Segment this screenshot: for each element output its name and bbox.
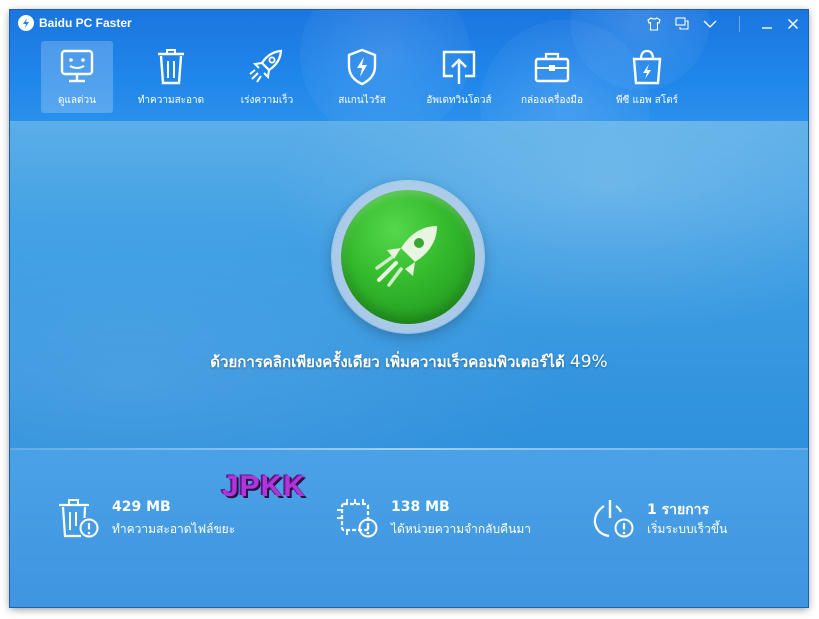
menu-chevron-icon bbox=[703, 20, 717, 28]
stat-memory-label: ได้หน่วยความจำกลับคืนมา bbox=[391, 522, 532, 536]
titlebar[interactable]: Baidu PC Faster bbox=[10, 10, 808, 38]
main-panel: ด้วยการคลิกเพียงครั้งเดียว เพิ่มความเร็ว… bbox=[10, 121, 808, 448]
skin-icon bbox=[647, 17, 661, 31]
close-icon bbox=[787, 18, 799, 30]
nav-item-speedup[interactable]: เร่งความเร็ว bbox=[227, 41, 307, 113]
power-warning-icon bbox=[593, 500, 634, 538]
rocket-icon bbox=[245, 47, 289, 87]
stat-junk-value: 429 MB bbox=[112, 499, 171, 515]
trash-icon bbox=[149, 47, 193, 87]
headline-percent: 49% bbox=[569, 352, 608, 372]
watermark-text: JPKK bbox=[222, 470, 307, 503]
nav-item-quick-care[interactable]: ดูแลด่วน bbox=[41, 41, 113, 113]
toolbox-icon bbox=[530, 47, 574, 87]
store-bag-icon bbox=[625, 47, 669, 87]
stats-panel: 429 MB ทำความสะอาดไฟล์ขยะ 138 MB ได้หน่ว… bbox=[10, 450, 808, 607]
nav-label-speedup: เร่งความเร็ว bbox=[240, 95, 294, 106]
monitor-face-icon bbox=[55, 47, 99, 87]
close-button[interactable] bbox=[782, 14, 804, 34]
headline-text: ด้วยการคลิกเพียงครั้งเดียว เพิ่มความเร็ว… bbox=[210, 353, 565, 371]
stat-startup-value: 1 รายการ bbox=[647, 502, 710, 518]
nav-item-virus-scan[interactable]: สแกนไวรัส bbox=[322, 41, 402, 113]
rocket-button-face bbox=[341, 190, 475, 324]
speedup-headline: ด้วยการคลิกเพียงครั้งเดียว เพิ่มความเร็ว… bbox=[10, 350, 808, 374]
stat-memory[interactable]: 138 MB ได้หน่วยความจำกลับคืนมา bbox=[336, 496, 566, 546]
titlebar-separator bbox=[739, 16, 740, 32]
nav-label-toolbox: กล่องเครื่องมือ bbox=[520, 95, 584, 106]
nav-item-app-store[interactable]: พีซี แอพ สโตร์ bbox=[607, 41, 687, 113]
stat-memory-value: 138 MB bbox=[391, 499, 450, 515]
main-nav: ดูแลด่วน ทำความสะอาด เร่งความเร็ว สแกนไว… bbox=[10, 40, 808, 116]
stat-startup-label: เริ่มระบบเร็วขึ้น bbox=[647, 522, 728, 536]
nav-item-windows-update[interactable]: อัพเดทวินโดวส์ bbox=[414, 41, 504, 113]
nav-label-quick-care: ดูแลด่วน bbox=[57, 95, 96, 106]
nav-item-toolbox[interactable]: กล่องเครื่องมือ bbox=[512, 41, 592, 113]
nav-label-virus-scan: สแกนไวรัส bbox=[338, 95, 386, 106]
nav-label-app-store: พีซี แอพ สโตร์ bbox=[615, 95, 679, 106]
app-window: Baidu PC Faster ดูแลด่วน ทำความสะอาด เร่… bbox=[10, 10, 808, 607]
skin-button[interactable] bbox=[643, 14, 665, 34]
one-click-speedup-button[interactable] bbox=[332, 181, 484, 333]
feedback-button[interactable] bbox=[671, 14, 693, 34]
minimize-button[interactable] bbox=[756, 14, 778, 34]
nav-label-windows-update: อัพเดทวินโดวส์ bbox=[426, 95, 492, 106]
menu-button[interactable] bbox=[699, 14, 721, 34]
feedback-icon bbox=[674, 17, 689, 30]
nav-item-clean[interactable]: ทำความสะอาด bbox=[131, 41, 211, 113]
rocket-icon bbox=[375, 226, 437, 287]
app-logo-icon bbox=[18, 15, 34, 31]
memory-warning-icon bbox=[337, 499, 378, 538]
header: Baidu PC Faster ดูแลด่วน ทำความสะอาด เร่… bbox=[10, 10, 808, 121]
shield-icon bbox=[340, 47, 384, 87]
nav-label-clean: ทำความสะอาด bbox=[137, 95, 205, 106]
app-title: Baidu PC Faster bbox=[39, 16, 132, 30]
trash-warning-icon bbox=[59, 499, 99, 538]
upload-icon bbox=[437, 47, 481, 87]
stat-startup[interactable]: 1 รายการ เริ่มระบบเร็วขึ้น bbox=[592, 496, 782, 546]
stat-junk-label: ทำความสะอาดไฟล์ขยะ bbox=[112, 522, 236, 536]
minimize-icon bbox=[762, 27, 772, 29]
